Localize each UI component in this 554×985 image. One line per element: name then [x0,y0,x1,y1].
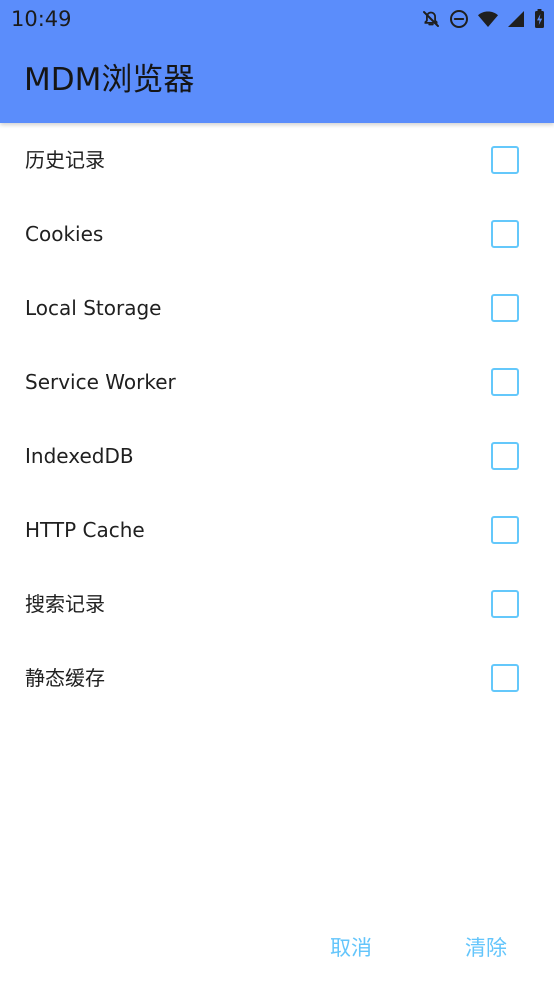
cookies-checkbox[interactable] [491,220,519,248]
do-not-disturb-icon [449,9,469,29]
cellular-signal-icon [507,9,525,29]
option-label: 历史记录 [25,148,105,172]
option-label: HTTP Cache [25,518,145,542]
indexeddb-checkbox[interactable] [491,442,519,470]
option-service-worker[interactable]: Service Worker [0,345,554,419]
static-cache-checkbox[interactable] [491,664,519,692]
option-history[interactable]: 历史记录 [0,123,554,197]
search-history-checkbox[interactable] [491,590,519,618]
notifications-off-icon [421,9,441,29]
battery-charging-icon [533,8,546,30]
option-label: IndexedDB [25,444,134,468]
option-http-cache[interactable]: HTTP Cache [0,493,554,567]
local-storage-checkbox[interactable] [491,294,519,322]
clear-data-options: 历史记录 Cookies Local Storage Service Worke… [0,123,554,715]
status-icons [421,8,546,30]
option-label: Local Storage [25,296,162,320]
option-cookies[interactable]: Cookies [0,197,554,271]
option-label: 搜索记录 [25,592,105,616]
option-search-history[interactable]: 搜索记录 [0,567,554,641]
option-label: Cookies [25,222,104,246]
clear-button[interactable]: 清除 [465,932,507,964]
http-cache-checkbox[interactable] [491,516,519,544]
history-checkbox[interactable] [491,146,519,174]
service-worker-checkbox[interactable] [491,368,519,396]
option-label: 静态缓存 [25,666,105,690]
wifi-icon [477,9,499,29]
option-indexeddb[interactable]: IndexedDB [0,419,554,493]
cancel-button[interactable]: 取消 [330,932,372,964]
option-local-storage[interactable]: Local Storage [0,271,554,345]
option-static-cache[interactable]: 静态缓存 [0,641,554,715]
app-title: MDM浏览器 [24,62,195,98]
option-label: Service Worker [25,370,176,394]
app-header: 10:49 MDM浏览器 [0,0,554,123]
status-time: 10:49 [11,7,72,31]
status-bar: 10:49 [0,0,554,38]
dialog-actions: 取消 清除 [0,932,554,966]
